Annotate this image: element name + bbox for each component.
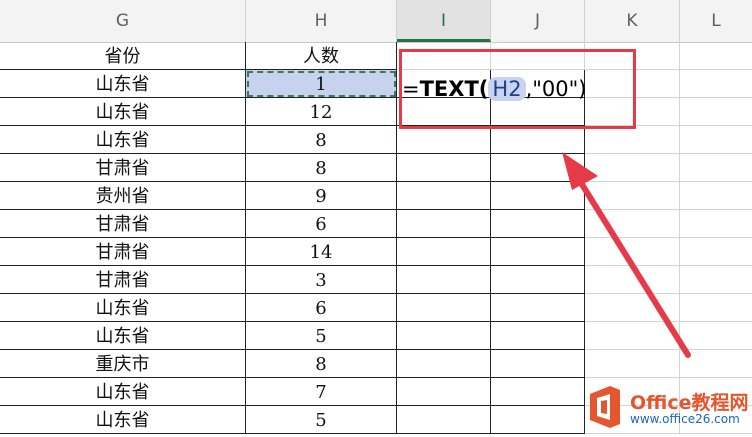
office26-logo: Office教程网 www.office26.com bbox=[578, 382, 749, 434]
red-arrow-annotation bbox=[562, 152, 691, 358]
logo-url: www.office26.com bbox=[630, 412, 740, 426]
logo-text: Office教程网 bbox=[630, 392, 749, 414]
spreadsheet: G H I J K L 省份 人数 山东省 1 山东省 12 山东省 8 甘肃省 8 贵州省 9 甘… bbox=[0, 0, 752, 437]
office-logo-icon bbox=[590, 386, 620, 428]
